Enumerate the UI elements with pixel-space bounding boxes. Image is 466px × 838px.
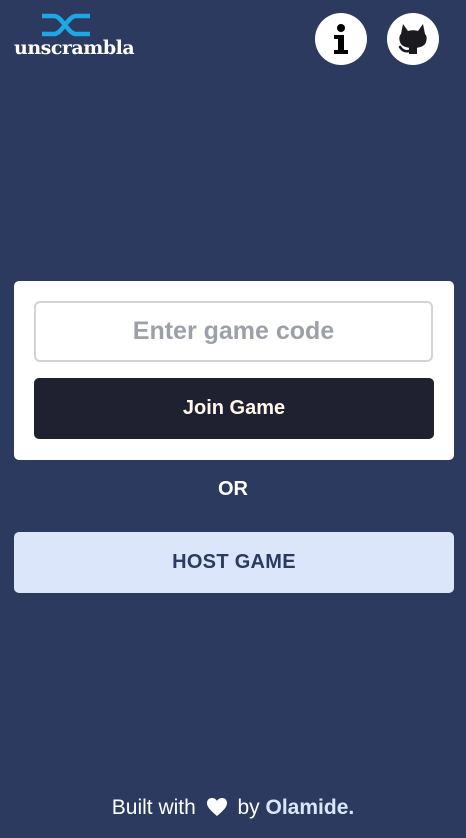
logo-text: unscrambla <box>14 37 135 59</box>
host-game-button[interactable]: HOST GAME <box>14 532 454 593</box>
shuffle-icon <box>42 13 90 37</box>
footer-by: by <box>237 796 260 819</box>
author-link[interactable]: Olamide. <box>266 796 355 819</box>
info-icon <box>334 24 348 54</box>
app-logo[interactable]: unscrambla <box>14 12 135 60</box>
join-game-card: Join Game <box>14 281 454 460</box>
info-button[interactable] <box>315 13 367 65</box>
or-divider: OR <box>218 478 248 500</box>
join-game-button[interactable]: Join Game <box>34 378 434 439</box>
heart-icon <box>206 798 227 816</box>
footer-prefix: Built with <box>111 796 196 819</box>
footer: Built with by Olamide. <box>0 794 466 822</box>
app-header: unscrambla <box>0 0 466 80</box>
game-code-input[interactable] <box>34 301 433 362</box>
github-icon <box>398 24 427 54</box>
github-button[interactable] <box>387 13 439 65</box>
